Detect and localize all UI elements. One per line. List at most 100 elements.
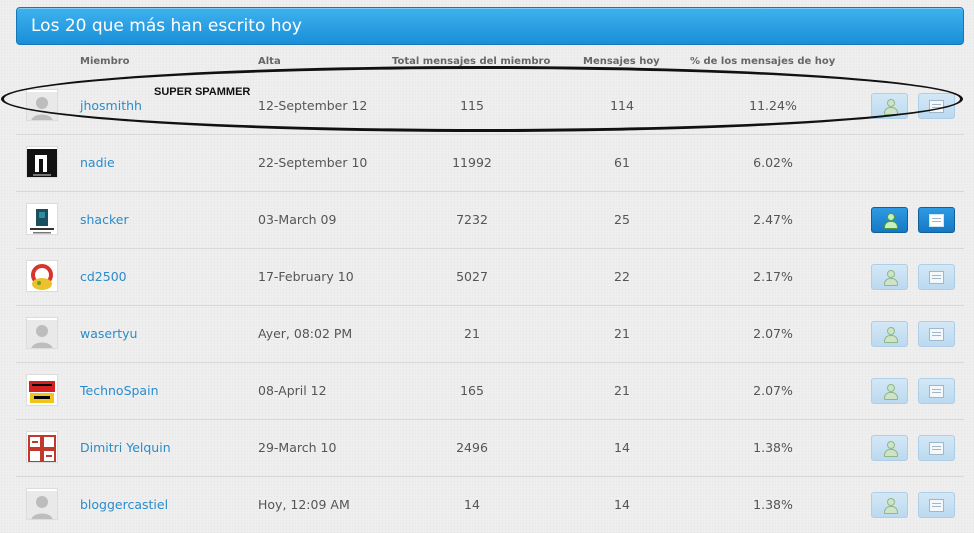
column-header-member[interactable]: Miembro <box>80 56 130 67</box>
percent-today: 2.07% <box>753 383 793 398</box>
posts-today: 14 <box>614 497 630 512</box>
total-posts: 165 <box>460 383 484 398</box>
column-header-today[interactable]: Mensajes hoy <box>583 56 660 67</box>
add-user-icon <box>883 441 898 457</box>
add-friend-button[interactable] <box>871 492 908 518</box>
total-posts: 11992 <box>452 155 492 170</box>
posts-today: 114 <box>610 98 634 113</box>
member-name-link[interactable]: Dimitri Yelquin <box>80 420 171 476</box>
avatar-cell <box>24 78 60 134</box>
joined-date: Hoy, 12:09 AM <box>258 497 350 512</box>
add-user-icon <box>883 213 898 229</box>
table-row: cd2500 17-February 10 5027 22 2.17% <box>16 248 964 305</box>
avatar-cell <box>24 420 60 476</box>
avatar-cell <box>24 363 60 419</box>
avatar-cell <box>24 135 60 191</box>
member-name-link[interactable]: jhosmithh <box>80 78 142 134</box>
send-message-button[interactable] <box>918 321 955 347</box>
message-icon <box>929 384 944 398</box>
column-header-joined[interactable]: Alta <box>258 56 281 67</box>
message-icon <box>929 441 944 455</box>
avatar-cell <box>24 306 60 362</box>
table-row: Dimitri Yelquin 29-March 10 2496 14 1.38% <box>16 419 964 476</box>
percent-today: 11.24% <box>749 98 797 113</box>
posts-today: 21 <box>614 383 630 398</box>
member-name-link[interactable]: shacker <box>80 192 129 248</box>
add-friend-button[interactable] <box>871 93 908 119</box>
posts-today: 25 <box>614 212 630 227</box>
member-name-link[interactable]: TechnoSpain <box>80 363 159 419</box>
message-icon <box>929 99 944 113</box>
send-message-button[interactable] <box>918 207 955 233</box>
joined-date: 08-April 12 <box>258 383 327 398</box>
add-user-icon <box>883 99 898 115</box>
default-avatar-icon[interactable] <box>26 317 58 349</box>
add-user-icon <box>883 327 898 343</box>
dimitri-avatar[interactable] <box>26 431 58 463</box>
percent-today: 2.47% <box>753 212 793 227</box>
column-header-total[interactable]: Total mensajes del miembro <box>392 56 550 67</box>
joined-date: Ayer, 08:02 PM <box>258 326 353 341</box>
message-icon <box>929 327 944 341</box>
percent-today: 1.38% <box>753 497 793 512</box>
message-icon <box>929 498 944 512</box>
table-row: wasertyu Ayer, 08:02 PM 21 21 2.07% <box>16 305 964 362</box>
percent-today: 1.38% <box>753 440 793 455</box>
member-name-link[interactable]: nadie <box>80 135 115 191</box>
default-avatar-icon[interactable] <box>26 89 58 121</box>
add-friend-button[interactable] <box>871 378 908 404</box>
add-user-icon <box>883 270 898 286</box>
avatar-cell <box>24 192 60 248</box>
total-posts: 5027 <box>456 269 488 284</box>
add-friend-button[interactable] <box>871 264 908 290</box>
column-header-pct[interactable]: % de los mensajes de hoy <box>690 56 835 67</box>
percent-today: 6.02% <box>753 155 793 170</box>
add-user-icon <box>883 384 898 400</box>
joined-date: 03-March 09 <box>258 212 337 227</box>
table-row: shacker 03-March 09 7232 25 2.47% <box>16 191 964 248</box>
joined-date: 17-February 10 <box>258 269 354 284</box>
percent-today: 2.17% <box>753 269 793 284</box>
posts-today: 61 <box>614 155 630 170</box>
total-posts: 7232 <box>456 212 488 227</box>
total-posts: 21 <box>464 326 480 341</box>
total-posts: 2496 <box>456 440 488 455</box>
posts-today: 14 <box>614 440 630 455</box>
message-icon <box>929 213 944 227</box>
send-message-button[interactable] <box>918 435 955 461</box>
send-message-button[interactable] <box>918 492 955 518</box>
add-friend-button[interactable] <box>871 321 908 347</box>
panel-title: Los 20 que más han escrito hoy <box>16 7 964 45</box>
member-name-link[interactable]: bloggercastiel <box>80 477 168 533</box>
joined-date: 12-September 12 <box>258 98 368 113</box>
add-friend-button[interactable] <box>871 207 908 233</box>
table-header: Miembro Alta Total mensajes del miembro … <box>16 48 964 78</box>
joined-date: 22-September 10 <box>258 155 368 170</box>
send-message-button[interactable] <box>918 378 955 404</box>
posts-today: 21 <box>614 326 630 341</box>
add-friend-button[interactable] <box>871 435 908 461</box>
add-user-icon <box>883 498 898 514</box>
nadie-avatar[interactable] <box>26 146 58 178</box>
shacker-avatar[interactable] <box>26 203 58 235</box>
message-icon <box>929 270 944 284</box>
annotation-label: SUPER SPAMMER <box>154 86 251 98</box>
table-row: bloggercastiel Hoy, 12:09 AM 14 14 1.38% <box>16 476 964 533</box>
table-row: TechnoSpain 08-April 12 165 21 2.07% <box>16 362 964 419</box>
send-message-button[interactable] <box>918 264 955 290</box>
top-posters-table: Miembro Alta Total mensajes del miembro … <box>16 48 964 533</box>
table-row: nadie 22-September 10 11992 61 6.02% <box>16 134 964 191</box>
total-posts: 115 <box>460 98 484 113</box>
avatar-cell <box>24 249 60 305</box>
member-name-link[interactable]: wasertyu <box>80 306 137 362</box>
member-name-link[interactable]: cd2500 <box>80 249 127 305</box>
joined-date: 29-March 10 <box>258 440 337 455</box>
percent-today: 2.07% <box>753 326 793 341</box>
cd2500-avatar[interactable] <box>26 260 58 292</box>
technospain-avatar[interactable] <box>26 374 58 406</box>
posts-today: 22 <box>614 269 630 284</box>
avatar-cell <box>24 477 60 533</box>
default-avatar-icon[interactable] <box>26 488 58 520</box>
total-posts: 14 <box>464 497 480 512</box>
send-message-button[interactable] <box>918 93 955 119</box>
